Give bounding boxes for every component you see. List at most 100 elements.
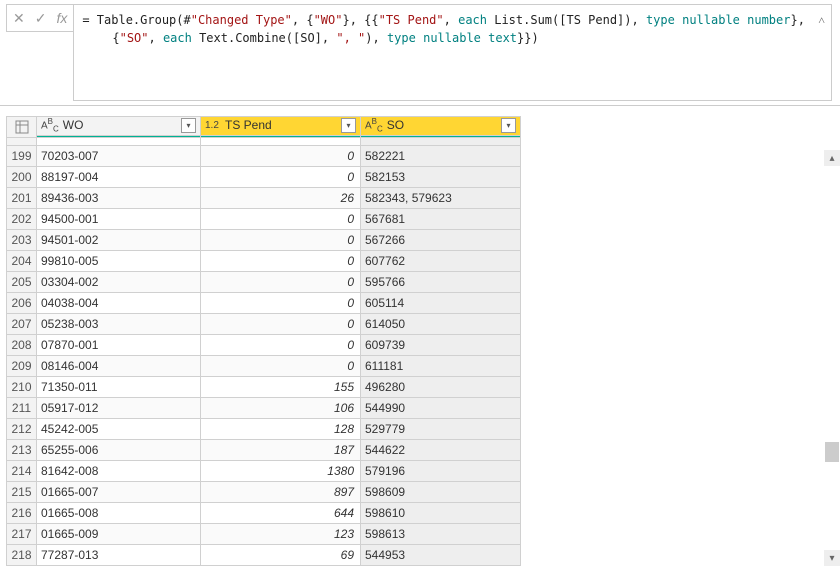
cell-wo[interactable]: 01665-008 <box>37 503 201 524</box>
table-row[interactable]: 20394501-0020567266 <box>7 230 521 251</box>
cell-ts-pend[interactable]: 0 <box>201 209 361 230</box>
row-number[interactable]: 206 <box>7 293 37 314</box>
cell-so[interactable]: 544990 <box>361 398 521 419</box>
cell-wo[interactable]: 03304-002 <box>37 272 201 293</box>
cell-wo[interactable]: 07870-001 <box>37 335 201 356</box>
table-row[interactable]: 20499810-0050607762 <box>7 251 521 272</box>
table-row[interactable]: 20705238-0030614050 <box>7 314 521 335</box>
cell-wo[interactable]: 88197-004 <box>37 167 201 188</box>
cell-ts-pend[interactable]: 187 <box>201 440 361 461</box>
row-number[interactable]: 218 <box>7 545 37 566</box>
cell-wo[interactable]: 65255-006 <box>37 440 201 461</box>
table-row[interactable]: 21877287-01369544953 <box>7 545 521 566</box>
table-row[interactable]: 20503304-0020595766 <box>7 272 521 293</box>
row-number[interactable]: 208 <box>7 335 37 356</box>
cell-wo[interactable]: 81642-008 <box>37 461 201 482</box>
table-row[interactable]: 20088197-0040582153 <box>7 167 521 188</box>
cell-ts-pend[interactable]: 897 <box>201 482 361 503</box>
datatype-text-icon[interactable]: ABC <box>365 117 383 133</box>
cell-ts-pend[interactable]: 0 <box>201 293 361 314</box>
cell-so[interactable]: 529779 <box>361 419 521 440</box>
row-number[interactable]: 210 <box>7 377 37 398</box>
cell-so[interactable]: 579196 <box>361 461 521 482</box>
filter-dropdown-icon[interactable]: ▾ <box>341 118 356 133</box>
datatype-text-icon[interactable]: ABC <box>41 117 59 133</box>
cell-so[interactable]: 611181 <box>361 356 521 377</box>
table-row[interactable]: 20189436-00326582343, 579623 <box>7 188 521 209</box>
table-row[interactable]: 20294500-0010567681 <box>7 209 521 230</box>
row-number[interactable]: 215 <box>7 482 37 503</box>
table-row[interactable]: 20604038-0040605114 <box>7 293 521 314</box>
table-row[interactable]: 21501665-007897598609 <box>7 482 521 503</box>
cell-so[interactable]: 567681 <box>361 209 521 230</box>
fx-icon[interactable]: fx <box>56 9 67 27</box>
row-number[interactable]: 204 <box>7 251 37 272</box>
cell-ts-pend[interactable]: 0 <box>201 251 361 272</box>
cell-so[interactable]: 567266 <box>361 230 521 251</box>
cell-ts-pend[interactable]: 128 <box>201 419 361 440</box>
table-corner-icon[interactable] <box>7 117 37 138</box>
table-row[interactable]: 21105917-012106544990 <box>7 398 521 419</box>
cell-so[interactable]: 605114 <box>361 293 521 314</box>
cell-wo[interactable]: 77287-013 <box>37 545 201 566</box>
filter-dropdown-icon[interactable]: ▾ <box>501 118 516 133</box>
cell-ts-pend[interactable]: 0 <box>201 146 361 167</box>
cell-so[interactable]: 496280 <box>361 377 521 398</box>
table-row[interactable]: 21365255-006187544622 <box>7 440 521 461</box>
table-row[interactable]: 21245242-005128529779 <box>7 419 521 440</box>
column-header-so[interactable]: ABC SO ▾ <box>361 117 521 138</box>
row-number[interactable]: 199 <box>7 146 37 167</box>
cell-wo[interactable]: 70203-007 <box>37 146 201 167</box>
cell-ts-pend[interactable]: 0 <box>201 230 361 251</box>
cell-wo[interactable]: 89436-003 <box>37 188 201 209</box>
table-row[interactable]: 21481642-0081380579196 <box>7 461 521 482</box>
cell-ts-pend[interactable]: 69 <box>201 545 361 566</box>
cell-wo[interactable]: 01665-009 <box>37 524 201 545</box>
cell-wo[interactable]: 01665-007 <box>37 482 201 503</box>
table-row[interactable]: 21701665-009123598613 <box>7 524 521 545</box>
collapse-formula-icon[interactable]: ˄ <box>818 11 825 29</box>
row-number[interactable]: 205 <box>7 272 37 293</box>
table-row[interactable]: 19970203-0070582221 <box>7 146 521 167</box>
datatype-decimal-icon[interactable]: 1.2 <box>205 120 221 131</box>
cell-ts-pend[interactable]: 155 <box>201 377 361 398</box>
cell-so[interactable]: 582343, 579623 <box>361 188 521 209</box>
cell-ts-pend[interactable]: 0 <box>201 272 361 293</box>
row-number[interactable]: 209 <box>7 356 37 377</box>
cell-so[interactable]: 607762 <box>361 251 521 272</box>
formula-input[interactable]: = Table.Group(#"Changed Type", {"WO"}, {… <box>73 4 832 101</box>
table-row[interactable]: 20807870-0010609739 <box>7 335 521 356</box>
row-number[interactable]: 211 <box>7 398 37 419</box>
table-row[interactable]: 21601665-008644598610 <box>7 503 521 524</box>
cell-ts-pend[interactable]: 123 <box>201 524 361 545</box>
row-number[interactable]: 202 <box>7 209 37 230</box>
cell-so[interactable]: 544622 <box>361 440 521 461</box>
cell-so[interactable]: 595766 <box>361 272 521 293</box>
cell-wo[interactable]: 45242-005 <box>37 419 201 440</box>
row-number[interactable]: 216 <box>7 503 37 524</box>
column-header-wo[interactable]: ABC WO ▾ <box>37 117 201 138</box>
cell-so[interactable]: 614050 <box>361 314 521 335</box>
cell-ts-pend[interactable]: 106 <box>201 398 361 419</box>
cell-wo[interactable]: 08146-004 <box>37 356 201 377</box>
row-number[interactable]: 213 <box>7 440 37 461</box>
cancel-icon[interactable]: ✕ <box>13 9 25 27</box>
accept-icon[interactable]: ✓ <box>35 9 47 27</box>
cell-wo[interactable]: 05238-003 <box>37 314 201 335</box>
row-number[interactable]: 212 <box>7 419 37 440</box>
row-number[interactable]: 214 <box>7 461 37 482</box>
cell-ts-pend[interactable]: 0 <box>201 356 361 377</box>
cell-wo[interactable]: 71350-011 <box>37 377 201 398</box>
cell-so[interactable]: 582153 <box>361 167 521 188</box>
cell-wo[interactable]: 04038-004 <box>37 293 201 314</box>
cell-ts-pend[interactable]: 644 <box>201 503 361 524</box>
cell-wo[interactable]: 99810-005 <box>37 251 201 272</box>
cell-ts-pend[interactable]: 0 <box>201 167 361 188</box>
scroll-thumb[interactable] <box>825 442 839 462</box>
cell-so[interactable]: 582221 <box>361 146 521 167</box>
cell-ts-pend[interactable]: 26 <box>201 188 361 209</box>
cell-ts-pend[interactable]: 0 <box>201 335 361 356</box>
cell-so[interactable]: 598613 <box>361 524 521 545</box>
cell-so[interactable]: 598610 <box>361 503 521 524</box>
cell-so[interactable]: 598609 <box>361 482 521 503</box>
